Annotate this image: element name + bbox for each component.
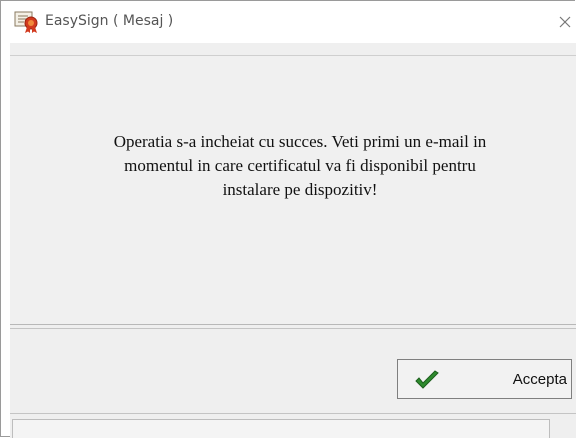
status-panel: [12, 419, 550, 438]
bottom-divider: [10, 413, 576, 414]
close-icon[interactable]: [554, 11, 576, 33]
dialog-window: EasySign ( Mesaj ) Operatia s-a incheiat…: [0, 0, 576, 438]
message-panel: Operatia s-a incheiat cu succes. Veti pr…: [10, 55, 576, 325]
title-bar[interactable]: EasySign ( Mesaj ): [1, 1, 576, 43]
accept-button-label: Accepta: [512, 371, 567, 388]
window-title: EasySign ( Mesaj ): [45, 13, 174, 29]
message-text: Operatia s-a incheiat cu succes. Veti pr…: [50, 130, 550, 202]
message-line-3: instalare pe dispozitiv!: [222, 180, 378, 199]
accept-button[interactable]: Accepta: [397, 359, 572, 399]
message-line-2: momentul in care certificatul va fi disp…: [124, 156, 476, 175]
divider: [10, 328, 576, 329]
dialog-client-area: Operatia s-a incheiat cu succes. Veti pr…: [10, 43, 576, 438]
message-line-1: Operatia s-a incheiat cu succes. Veti pr…: [113, 132, 487, 151]
certificate-ribbon-icon: [14, 11, 38, 33]
checkmark-icon: [415, 370, 439, 389]
